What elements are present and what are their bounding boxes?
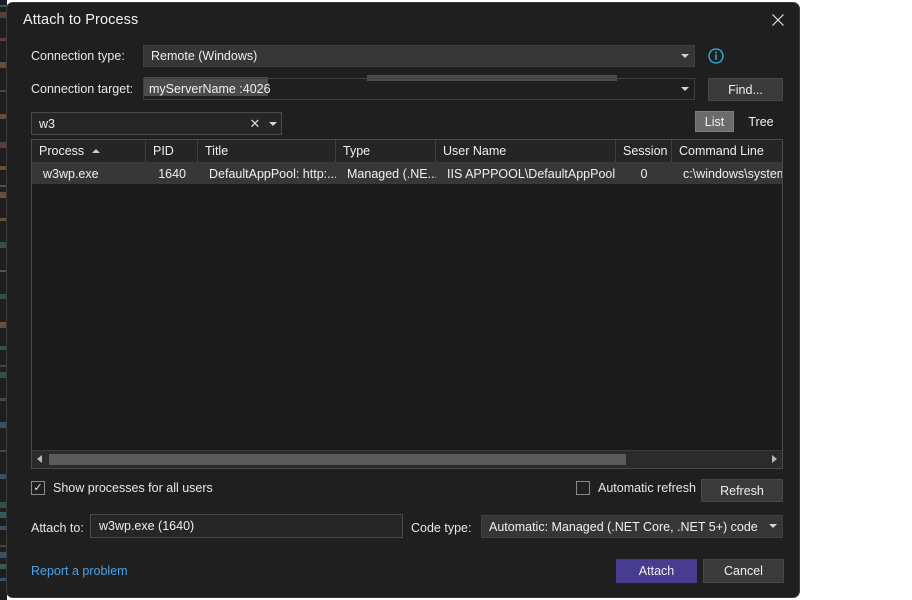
cancel-button[interactable]: Cancel — [703, 559, 784, 583]
show-all-users-label: Show processes for all users — [53, 481, 213, 495]
cell-pid: 1640 — [146, 163, 198, 184]
cell-username: IIS APPPOOL\DefaultAppPool — [436, 163, 616, 184]
column-header-commandline[interactable]: Command Line — [672, 140, 783, 162]
column-header-process[interactable]: Process — [32, 140, 146, 162]
column-header-pid[interactable]: PID — [146, 140, 198, 162]
chevron-down-icon — [676, 84, 694, 95]
connection-type-combo[interactable]: Remote (Windows) — [143, 45, 695, 67]
process-list: Process PID Title Type User Name Session… — [31, 139, 783, 469]
refresh-button[interactable]: Refresh — [701, 479, 783, 502]
chevron-down-icon — [764, 521, 782, 532]
table-row[interactable]: w3wp.exe 1640 DefaultAppPool: http:... M… — [32, 163, 782, 184]
dialog-title: Attach to Process — [23, 12, 138, 28]
connection-target-combo[interactable]: myServerName :4026 — [143, 78, 695, 100]
show-all-users-checkbox[interactable]: ✓ Show processes for all users — [31, 481, 213, 495]
checkbox-box: ✓ — [31, 481, 45, 495]
process-list-header: Process PID Title Type User Name Session… — [32, 140, 782, 163]
cell-type: Managed (.NE... — [336, 163, 436, 184]
check-icon: ✓ — [33, 483, 42, 494]
find-button[interactable]: Find... — [708, 78, 783, 101]
cell-title: DefaultAppPool: http:... — [198, 163, 336, 184]
cell-process: w3wp.exe — [32, 163, 146, 184]
attach-button[interactable]: Attach — [616, 559, 697, 583]
scrollbar-thumb[interactable] — [49, 454, 626, 465]
sort-ascending-icon — [92, 149, 100, 153]
horizontal-scrollbar[interactable] — [32, 450, 782, 468]
column-header-process-label: Process — [39, 144, 84, 158]
report-a-problem-link[interactable]: Report a problem — [31, 564, 128, 578]
column-header-session[interactable]: Session — [616, 140, 672, 162]
attach-to-process-dialog: Attach to Process Connection type: Remot… — [6, 2, 800, 598]
dialog-titlebar: Attach to Process — [7, 3, 799, 39]
automatic-refresh-label: Automatic refresh — [598, 481, 696, 495]
connection-target-label: Connection target: — [31, 82, 133, 96]
checkbox-box — [576, 481, 590, 495]
column-header-title[interactable]: Title — [198, 140, 336, 162]
attach-to-input[interactable]: w3wp.exe (1640) — [90, 514, 403, 538]
clear-icon[interactable]: ✕ — [246, 117, 264, 130]
column-header-type[interactable]: Type — [336, 140, 436, 162]
column-header-username[interactable]: User Name — [436, 140, 616, 162]
connection-type-label: Connection type: — [31, 49, 125, 63]
connection-type-value: Remote (Windows) — [144, 49, 676, 63]
arrow-right-icon[interactable] — [767, 451, 782, 467]
chevron-down-icon — [676, 51, 694, 62]
code-type-combo[interactable]: Automatic: Managed (.NET Core, .NET 5+) … — [481, 515, 783, 538]
cell-commandline: c:\windows\system — [672, 163, 783, 184]
view-toggle-tree[interactable]: Tree — [740, 111, 782, 132]
chevron-down-icon[interactable] — [264, 122, 281, 126]
info-icon[interactable] — [708, 48, 724, 64]
cell-session: 0 — [616, 163, 672, 184]
connection-target-value: myServerName :4026 — [144, 82, 676, 96]
close-icon[interactable] — [763, 6, 793, 34]
code-type-value: Automatic: Managed (.NET Core, .NET 5+) … — [482, 520, 764, 534]
automatic-refresh-checkbox[interactable]: Automatic refresh — [576, 481, 696, 495]
arrow-left-icon[interactable] — [32, 451, 47, 467]
code-type-label: Code type: — [411, 521, 471, 535]
search-input[interactable] — [32, 116, 246, 132]
attach-to-label: Attach to: — [31, 521, 84, 535]
view-toggle-list[interactable]: List — [695, 111, 734, 132]
process-search-box[interactable]: ✕ — [31, 112, 282, 135]
